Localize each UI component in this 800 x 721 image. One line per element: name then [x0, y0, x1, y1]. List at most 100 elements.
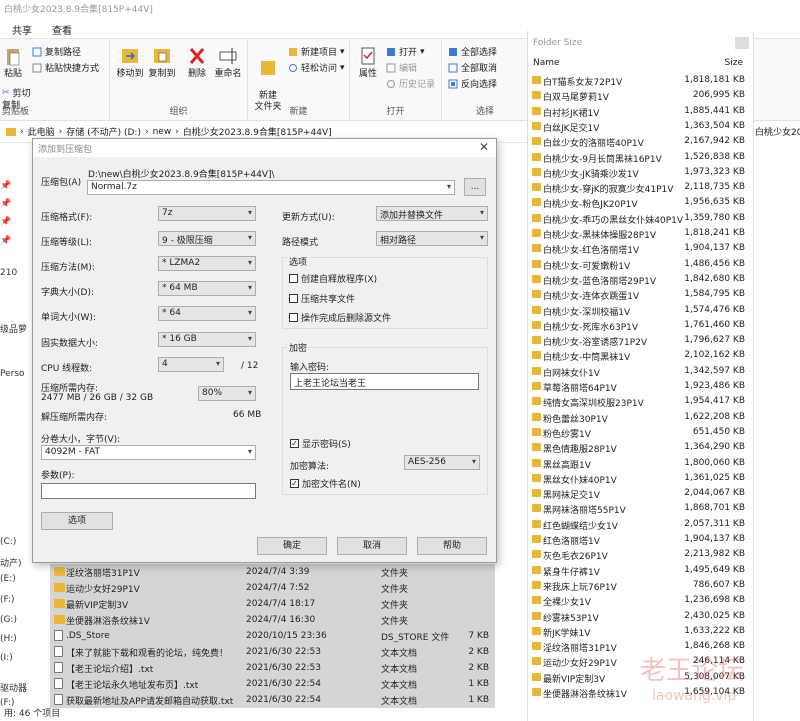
copy-path-button[interactable]: 复制路径	[32, 45, 81, 58]
folder-size-row[interactable]: 白桃少女-穿jK的寂寞少女41P1V 2,118,735 KB	[528, 180, 755, 195]
copy-to-button[interactable]: 复制到	[146, 45, 178, 80]
folder-size-row[interactable]: 黑网袜洛丽塔55P1V 1,868,701 KB	[528, 501, 755, 516]
move-to-button[interactable]: 移动到	[114, 45, 146, 80]
show-password-checkbox[interactable]: ✓ 显示密码(S)	[290, 437, 351, 450]
nav-item[interactable]: 210	[0, 268, 17, 278]
update-select[interactable]: 添加并替换文件 ▾	[376, 206, 488, 221]
folder-size-row[interactable]: 白T猫系女友72P1V 1,818,181 KB	[528, 73, 755, 88]
paste-shortcut-button[interactable]: 粘贴快捷方式	[32, 61, 99, 74]
nav-item[interactable]: (G:)	[0, 615, 17, 625]
file-row[interactable]: 坐便器淋浴条纹袜1V 2024/7/4 16:30 文件夹	[50, 612, 495, 628]
threads-select[interactable]: 4 ▾	[158, 357, 224, 372]
split-select[interactable]: 4092M - FAT ▾	[41, 445, 256, 460]
column-size[interactable]: Size	[725, 58, 743, 68]
dict-select[interactable]: * 64 MB ▾	[158, 281, 256, 296]
folder-size-row[interactable]: 白桃少女-深圳校福1V 1,574,476 KB	[528, 303, 755, 318]
shared-files-checkbox[interactable]: 压缩共享文件	[289, 292, 355, 305]
breadcrumb-drive[interactable]: 存储 (不动产) (D:)	[66, 125, 141, 138]
nav-item[interactable]: (F:)	[0, 595, 15, 605]
breadcrumb-current[interactable]: 白桃少女2023.8.9合集[815P+44V]	[183, 125, 332, 138]
folder-size-row[interactable]: 紧身牛仔裤1V 1,495,649 KB	[528, 563, 755, 578]
folder-size-row[interactable]: 黑色情趣服28P1V 1,364,290 KB	[528, 440, 755, 455]
folder-size-row[interactable]: 白网袜女仆1V 1,342,597 KB	[528, 364, 755, 379]
invert-selection-button[interactable]: 反向选择	[448, 77, 497, 90]
folder-size-row[interactable]: 白桃少女-粉色JK20P1V 1,956,635 KB	[528, 195, 755, 210]
folder-size-row[interactable]: 白桃少女-浴室诱惑71P2V 1,796,627 KB	[528, 333, 755, 348]
folder-size-row[interactable]: 黑丝女仆妹40P1V 1,361,025 KB	[528, 471, 755, 486]
nav-item[interactable]: (I:)	[0, 653, 13, 663]
cancel-button[interactable]: 取消	[337, 537, 407, 555]
tab-share[interactable]: 共享	[12, 22, 32, 37]
file-row[interactable]: 【老王论坛永久地址发布页】.txt 2021/6/30 22:54 文本文档 1 KB	[50, 676, 495, 692]
options-button[interactable]: 选项	[41, 512, 113, 530]
help-button[interactable]: 帮助	[417, 537, 487, 555]
breadcrumb-new[interactable]: new	[153, 127, 172, 137]
password-input[interactable]: 上老王论坛当老王	[290, 373, 479, 390]
select-all-button[interactable]: 全部选择	[448, 45, 497, 58]
folder-size-row[interactable]: 黑丝高跟1V 1,800,060 KB	[528, 456, 755, 471]
folder-size-row[interactable]: 红色蝴蝶结少女1V 2,057,311 KB	[528, 517, 755, 532]
folder-size-row[interactable]: 白桃少女-黑袜体操服28P1V 1,818,241 KB	[528, 226, 755, 241]
edit-button[interactable]: 编辑	[386, 61, 417, 74]
folder-size-row[interactable]: 白桃少女-乖巧の黑丝女仆妹40P1V 1,359,780 KB	[528, 211, 755, 226]
new-item-button[interactable]: 新建项目 ▾	[288, 45, 345, 58]
ok-button[interactable]: 确定	[257, 537, 327, 555]
folder-size-row[interactable]: 粉色纱雾1V 651,450 KB	[528, 425, 755, 440]
file-row[interactable]: 【老王论坛介绍】.txt 2021/6/30 22:53 文本文档 2 KB	[50, 660, 495, 676]
properties-button[interactable]: 属性	[354, 45, 382, 80]
close-icon[interactable]: ✕	[479, 140, 489, 154]
nav-item[interactable]: 动产)	[0, 556, 22, 569]
nav-item[interactable]: 驱动器	[0, 681, 27, 694]
params-input[interactable]	[41, 483, 256, 499]
folder-size-row[interactable]: 红色洛丽塔1V 1,904,137 KB	[528, 532, 755, 547]
path-select[interactable]: 相对路径 ▾	[376, 231, 488, 246]
nav-item[interactable]: 级品萝	[0, 322, 27, 335]
file-row[interactable]: 最新VIP定制3V 2024/7/4 18:17 文件夹	[50, 596, 495, 612]
folder-size-row[interactable]: 白桃少女-连体衣跳蛋1V 1,584,795 KB	[528, 287, 755, 302]
file-row[interactable]: 【来了就能下载和观看的论坛，纯免费！ 2021/6/30 22:53 文本文档 2 K…	[50, 644, 495, 660]
folder-size-row[interactable]: 白桃少女-蓝色洛丽塔29P1V 1,842,680 KB	[528, 272, 755, 287]
method-select[interactable]: * LZMA2 ▾	[158, 256, 256, 271]
delete-after-checkbox[interactable]: 操作完成后删除源文件	[289, 311, 391, 324]
folder-size-row[interactable]: 新JK学妹1V 1,633,222 KB	[528, 624, 755, 639]
archive-name-input[interactable]: Normal.7z ▾	[87, 180, 455, 195]
folder-size-row[interactable]: 白桃少女-9月长筒黑袜16P1V 1,526,838 KB	[528, 150, 755, 165]
folder-size-row[interactable]: 白丝少女的洛丽塔40P1V 2,167,942 KB	[528, 134, 755, 149]
nav-item[interactable]: Perso	[0, 369, 25, 379]
folder-size-row[interactable]: 粉色蕾丝30P1V 1,622,208 KB	[528, 410, 755, 425]
nav-item[interactable]: (C:)	[0, 537, 16, 547]
delete-button[interactable]: 删除	[184, 45, 210, 80]
level-select[interactable]: 9 - 极限压缩 ▾	[158, 231, 256, 246]
breadcrumb-this-pc[interactable]: 此电脑	[28, 125, 55, 138]
paste-button[interactable]: 粘贴	[2, 47, 24, 80]
folder-size-row[interactable]: 黑网袜足交1V 2,044,067 KB	[528, 486, 755, 501]
folder-size-row[interactable]: 白桃少女-JK骑乘沙发1V 1,973,323 KB	[528, 165, 755, 180]
solid-select[interactable]: * 16 GB ▾	[158, 332, 256, 347]
word-select[interactable]: * 64 ▾	[158, 306, 256, 321]
folder-size-row[interactable]: 来我床上玩76P1V 786,607 KB	[528, 578, 755, 593]
file-row[interactable]: .DS_Store 2020/10/15 23:36 DS_STORE 文件 7 KB	[50, 628, 495, 644]
folder-size-row[interactable]: 白双马尾萝莉1V 206,995 KB	[528, 88, 755, 103]
rename-button[interactable]: 重命名	[212, 45, 244, 80]
folder-size-row[interactable]: 白桃少女-中筒黑袜1V 2,102,162 KB	[528, 348, 755, 363]
open-button[interactable]: 打开 ▾	[386, 45, 425, 58]
file-row[interactable]: 淫纹洛丽塔31P1V 2024/7/4 3:39 文件夹	[50, 564, 495, 580]
nav-item[interactable]: (H:)	[0, 634, 17, 644]
folder-size-row[interactable]: 灰色毛衣26P1V 2,213,982 KB	[528, 547, 755, 562]
format-select[interactable]: 7z ▾	[158, 206, 256, 221]
folder-size-row[interactable]: 白丝JK足交1V 1,363,504 KB	[528, 119, 755, 134]
new-folder-button[interactable]: 新建 文件夹	[252, 45, 284, 113]
folder-size-row[interactable]: 白桃少女-可爱嫩粉1V 1,486,456 KB	[528, 257, 755, 272]
memory-percent-select[interactable]: 80% ▾	[198, 386, 256, 401]
folder-size-row[interactable]: 全裸少女1V 1,236,698 KB	[528, 593, 755, 608]
tab-view[interactable]: 查看	[52, 22, 72, 37]
encrypt-names-checkbox[interactable]: ✓ 加密文件名(N)	[290, 477, 361, 490]
encryption-method-select[interactable]: AES-256 ▾	[404, 455, 480, 470]
column-name[interactable]: Name	[533, 58, 560, 68]
folder-size-row[interactable]: 纯情女高深圳校服23P1V 1,954,417 KB	[528, 394, 755, 409]
folder-size-row[interactable]: 纱雾袜53P1V 2,430,025 KB	[528, 609, 755, 624]
nav-item[interactable]: (E:)	[0, 574, 16, 584]
close-button[interactable]	[735, 37, 749, 49]
folder-size-row[interactable]: 白桃少女-死库水63P1V 1,761,460 KB	[528, 318, 755, 333]
folder-size-row[interactable]: 白桃少女-红色洛丽塔1V 1,904,137 KB	[528, 241, 755, 256]
